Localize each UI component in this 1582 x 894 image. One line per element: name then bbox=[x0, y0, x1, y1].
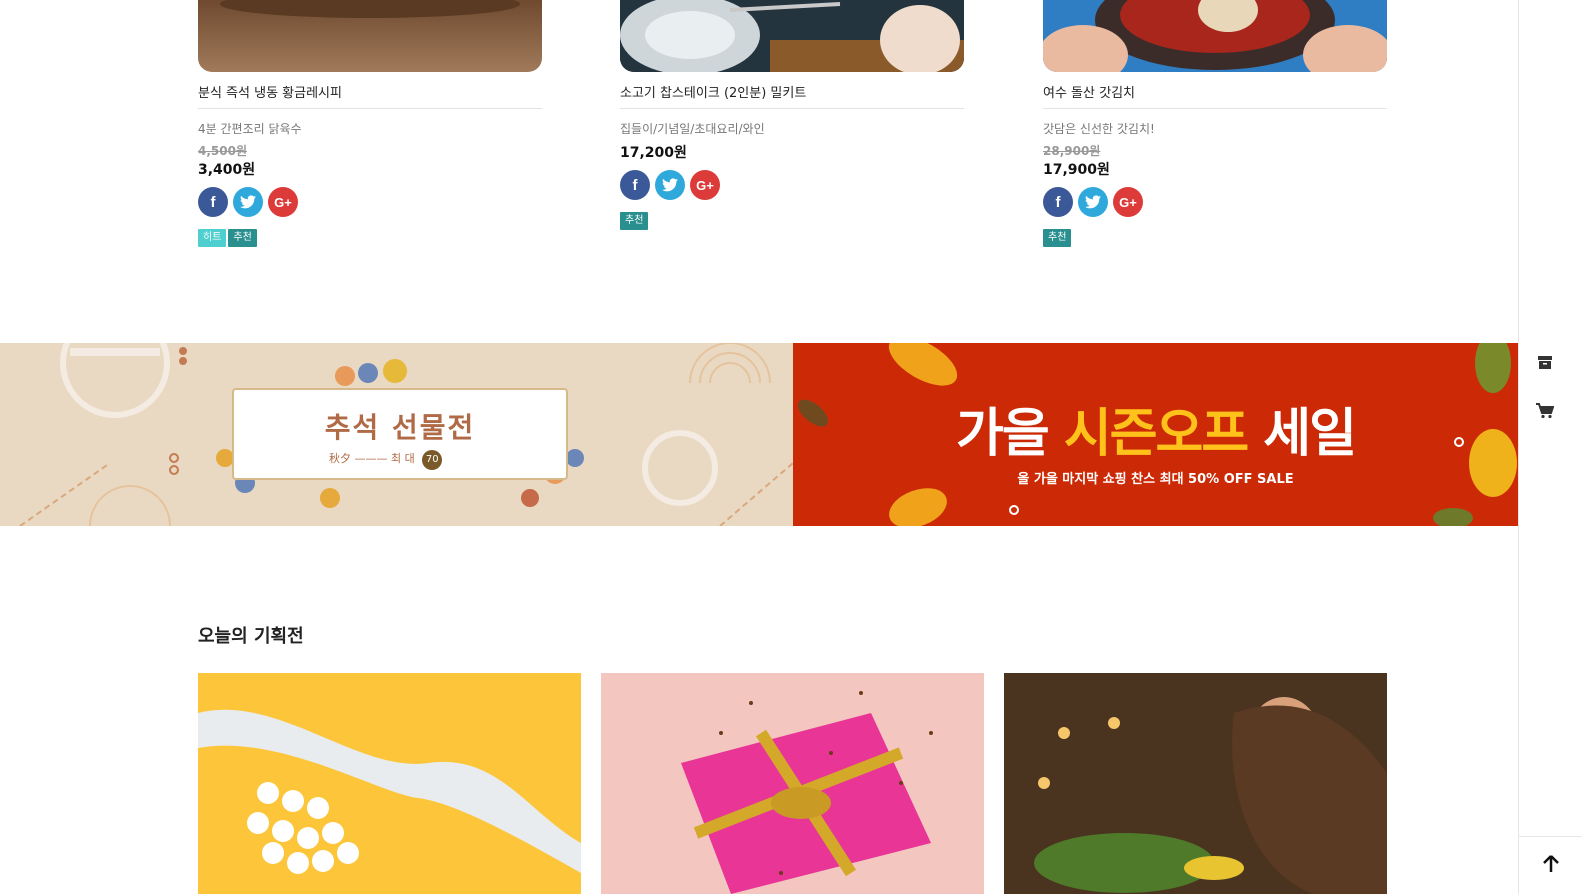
product-name[interactable]: 소고기 찹스테이크 (2인분) 밀키트 bbox=[620, 82, 806, 101]
product-image[interactable] bbox=[620, 0, 964, 72]
product-description: 갓담은 신선한 갓김치! bbox=[1043, 122, 1155, 136]
recommend-badge: 추천 bbox=[1043, 229, 1072, 247]
facebook-icon[interactable]: f bbox=[620, 170, 650, 200]
sale-price: 3,400원 bbox=[198, 162, 256, 178]
product-description: 집들이/기념일/초대요리/와인 bbox=[620, 122, 765, 136]
promo-image[interactable] bbox=[601, 673, 984, 894]
banner-title: 추석 선물전 bbox=[324, 411, 476, 444]
chuseok-frame: 추석 선물전 秋夕 ——— 최 대 70 bbox=[232, 388, 568, 480]
twitter-icon[interactable] bbox=[655, 170, 685, 200]
banner-subtitle: 秋夕 ——— 최 대 70 bbox=[329, 450, 443, 470]
hit-badge: 히트 bbox=[198, 229, 227, 247]
share-buttons: f G+ bbox=[1043, 187, 1143, 217]
sale-price: 17,200원 bbox=[620, 145, 687, 161]
autumn-sale-banner[interactable]: 가을 시즌오프 세일 올 가을 마지막 쇼핑 찬스 최대 50% OFF SAL… bbox=[793, 343, 1518, 526]
product-image[interactable] bbox=[1043, 0, 1387, 72]
product-card[interactable]: 여수 돌산 갓김치 갓담은 신선한 갓김치! 28,900원 17,900원 f… bbox=[1043, 0, 1387, 247]
right-sidebar bbox=[1518, 0, 1582, 894]
banner-title-part: 가을 bbox=[956, 404, 1064, 464]
banner-subtitle: 올 가을 마지막 쇼핑 찬스 최대 50% OFF SALE bbox=[1017, 472, 1294, 487]
original-price: 28,900원 bbox=[1043, 144, 1101, 158]
twitter-icon[interactable] bbox=[233, 187, 263, 217]
product-name[interactable]: 여수 돌산 갓김치 bbox=[1043, 82, 1135, 101]
recommend-badge: 추천 bbox=[228, 229, 257, 247]
badge-group: 히트 추천 bbox=[198, 229, 257, 247]
main-content: 분식 즉석 냉동 황금레시피 4분 간편조리 닭육수 4,500원 3,400원… bbox=[0, 0, 1518, 894]
google-plus-icon[interactable]: G+ bbox=[268, 187, 298, 217]
cart-icon[interactable] bbox=[1535, 401, 1555, 421]
facebook-icon[interactable]: f bbox=[1043, 187, 1073, 217]
recommend-badge: 추천 bbox=[620, 212, 649, 230]
banner-title-part: 세일 bbox=[1247, 404, 1357, 464]
section-title: 오늘의 기획전 bbox=[198, 626, 304, 647]
badge-group: 추천 bbox=[1043, 229, 1072, 247]
facebook-icon[interactable]: f bbox=[198, 187, 228, 217]
scroll-top-button[interactable] bbox=[1519, 836, 1582, 894]
promo-image[interactable] bbox=[1004, 673, 1387, 894]
twitter-icon[interactable] bbox=[1078, 187, 1108, 217]
share-buttons: f G+ bbox=[620, 170, 720, 200]
divider bbox=[620, 108, 964, 109]
banner-subtitle-text: 秋夕 ——— 최 대 bbox=[329, 452, 415, 465]
product-name[interactable]: 분식 즉석 냉동 황금레시피 bbox=[198, 82, 342, 101]
arrow-up-icon bbox=[1543, 854, 1559, 877]
banner-title: 가을 시즌오프 세일 bbox=[793, 391, 1518, 466]
chuseok-banner[interactable]: 추석 선물전 秋夕 ——— 최 대 70 bbox=[0, 343, 793, 526]
discount-badge: 70 bbox=[422, 450, 443, 470]
product-description: 4분 간편조리 닭육수 bbox=[198, 122, 302, 136]
divider bbox=[1043, 108, 1387, 109]
banner-title-highlight: 시즌오프 bbox=[1063, 404, 1249, 464]
product-image[interactable] bbox=[198, 0, 542, 72]
original-price: 4,500원 bbox=[198, 144, 247, 158]
archive-icon[interactable] bbox=[1535, 352, 1555, 372]
sale-price: 17,900원 bbox=[1043, 162, 1110, 178]
google-plus-icon[interactable]: G+ bbox=[1113, 187, 1143, 217]
badge-group: 추천 bbox=[620, 212, 649, 230]
product-card[interactable]: 소고기 찹스테이크 (2인분) 밀키트 집들이/기념일/초대요리/와인 17,2… bbox=[620, 0, 964, 230]
product-card[interactable]: 분식 즉석 냉동 황금레시피 4분 간편조리 닭육수 4,500원 3,400원… bbox=[198, 0, 542, 247]
google-plus-icon[interactable]: G+ bbox=[690, 170, 720, 200]
divider bbox=[198, 108, 542, 109]
share-buttons: f G+ bbox=[198, 187, 298, 217]
promo-image[interactable] bbox=[198, 673, 581, 894]
